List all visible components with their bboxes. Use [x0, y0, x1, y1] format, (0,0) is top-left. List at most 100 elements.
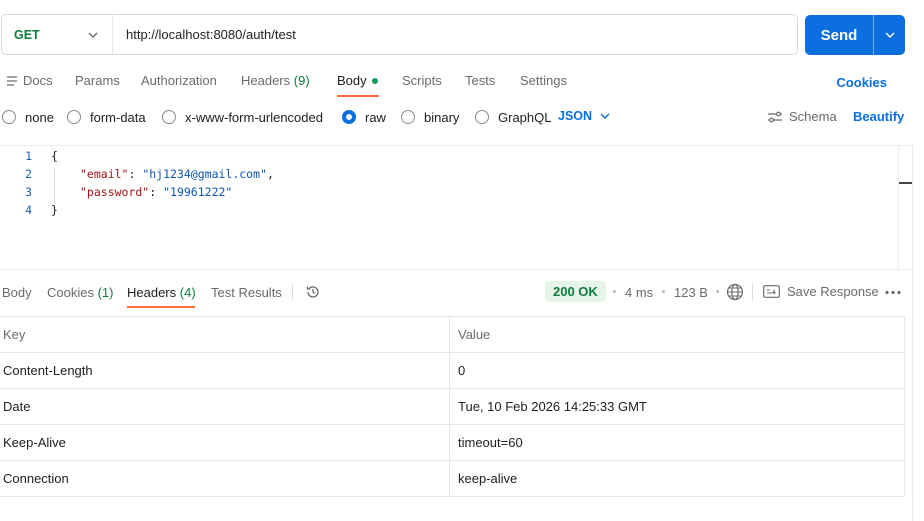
chevron-down-icon: [885, 32, 894, 38]
separator-dot: [662, 290, 665, 293]
table-row: Content-Length 0: [0, 353, 905, 389]
tab-docs[interactable]: Docs: [6, 73, 53, 88]
send-options-button[interactable]: [873, 15, 905, 55]
active-tab-indicator: [337, 95, 379, 97]
radio-form-data[interactable]: form-data: [67, 106, 146, 128]
header-value[interactable]: keep-alive: [450, 461, 905, 496]
line-number: 2: [25, 167, 32, 181]
panel-divider: [912, 145, 913, 521]
send-button-group: Send: [805, 15, 905, 55]
tab-docs-label: Docs: [23, 73, 53, 88]
code-text: "password": "19961222": [80, 185, 233, 199]
editor-line: 2 "email": "hj1234@gmail.com",: [0, 165, 274, 183]
header-key[interactable]: Keep-Alive: [0, 425, 450, 460]
beautify-button[interactable]: Beautify: [853, 109, 904, 124]
resp-tab-body[interactable]: Body: [2, 285, 32, 300]
radio-graphql[interactable]: GraphQL: [475, 106, 551, 128]
cookies-link[interactable]: Cookies: [836, 75, 887, 90]
header-value[interactable]: 0: [450, 353, 905, 388]
schema-button[interactable]: Schema: [767, 109, 837, 124]
docs-icon: [7, 75, 17, 86]
editor-line: 4 }: [0, 201, 58, 219]
resp-tab-headers-label: Headers: [127, 285, 177, 300]
json-value: "hj1234@gmail.com": [142, 167, 267, 181]
resp-tab-headers[interactable]: Headers (4): [127, 285, 196, 300]
radio-raw[interactable]: raw: [342, 106, 386, 128]
response-time[interactable]: 4 ms: [625, 285, 653, 300]
radio-circle: [475, 110, 489, 124]
tab-authorization[interactable]: Authorization: [141, 73, 217, 88]
radio-graphql-label: GraphQL: [498, 109, 552, 125]
body-type-selector: none form-data x-www-form-urlencoded raw…: [0, 106, 910, 128]
save-response-button[interactable]: Save Response: [763, 284, 879, 299]
radio-binary[interactable]: binary: [401, 106, 459, 128]
line-number: 3: [25, 185, 32, 199]
url-bar: GET http://localhost:8080/auth/test: [1, 14, 798, 55]
radio-urlencoded[interactable]: x-www-form-urlencoded: [162, 106, 323, 128]
active-resp-tab-indicator: [127, 306, 195, 308]
header-key[interactable]: Date: [0, 389, 450, 424]
radio-binary-label: binary: [424, 109, 460, 125]
tab-tests[interactable]: Tests: [465, 73, 495, 88]
response-size[interactable]: 123 B: [674, 285, 708, 300]
resp-tab-cookies[interactable]: Cookies (1): [47, 285, 113, 300]
more-options-icon[interactable]: [885, 290, 901, 295]
resp-tab-cookies-label: Cookies: [47, 285, 94, 300]
tab-headers-label: Headers: [241, 73, 291, 88]
radio-circle: [67, 110, 81, 124]
indent-guide: [54, 168, 55, 204]
json-value: "19961222": [163, 185, 233, 199]
tab-body-label: Body: [337, 73, 367, 88]
json-key: "password": [80, 185, 150, 199]
schema-label: Schema: [789, 109, 837, 124]
format-select[interactable]: JSON: [558, 109, 610, 123]
json-key: "email": [80, 167, 129, 181]
divider: [292, 284, 293, 300]
history-icon[interactable]: [305, 284, 321, 300]
code-text: {: [51, 149, 58, 163]
url-input[interactable]: http://localhost:8080/auth/test: [113, 27, 296, 42]
resp-tab-test-results[interactable]: Test Results: [211, 285, 282, 300]
tab-settings[interactable]: Settings: [520, 73, 567, 88]
method-select[interactable]: GET: [2, 15, 113, 54]
table-row: Keep-Alive timeout=60: [0, 425, 905, 461]
header-value[interactable]: Tue, 10 Feb 2026 14:25:33 GMT: [450, 389, 905, 424]
editor-line: 3 "password": "19961222": [0, 183, 232, 201]
response-bar: Body Cookies (1) Headers (4) Test Result…: [0, 278, 912, 308]
globe-icon[interactable]: [726, 283, 744, 301]
send-button[interactable]: Send: [805, 15, 873, 55]
schema-icon: [768, 111, 782, 122]
line-number: 1: [25, 149, 32, 163]
divider: [752, 284, 753, 300]
separator-dot: [716, 290, 719, 293]
resp-tab-cookies-count: (1): [97, 285, 114, 300]
radio-urlencoded-label: x-www-form-urlencoded: [185, 109, 323, 125]
column-header-value: Value: [450, 317, 905, 352]
editor-line: 1 {: [0, 147, 58, 165]
header-value[interactable]: timeout=60: [450, 425, 905, 460]
radio-none-label: none: [25, 109, 54, 125]
save-response-label: Save Response: [787, 284, 879, 299]
status-badge[interactable]: 200 OK: [545, 281, 606, 302]
editor-scrollbar[interactable]: [898, 146, 912, 269]
tab-body[interactable]: Body: [337, 73, 378, 88]
radio-raw-label: raw: [365, 109, 386, 125]
scrollbar-marker: [899, 182, 912, 184]
header-key[interactable]: Connection: [0, 461, 450, 496]
body-modified-dot: [371, 77, 378, 84]
code-text: "email": "hj1234@gmail.com",: [80, 167, 274, 181]
radio-circle: [401, 110, 415, 124]
tab-params[interactable]: Params: [75, 73, 120, 88]
tab-scripts[interactable]: Scripts: [402, 73, 442, 88]
method-label: GET: [14, 27, 40, 42]
radio-none[interactable]: none: [2, 106, 54, 128]
table-header-row: Key Value: [0, 317, 905, 353]
column-header-key: Key: [0, 317, 450, 352]
radio-circle-selected: [342, 110, 356, 124]
tab-headers[interactable]: Headers (9): [241, 73, 310, 88]
radio-circle: [162, 110, 176, 124]
header-key[interactable]: Content-Length: [0, 353, 450, 388]
save-response-icon: [763, 285, 780, 298]
separator-dot: [613, 290, 616, 293]
body-editor[interactable]: 1 { 2 "email": "hj1234@gmail.com", 3 "pa…: [0, 145, 912, 270]
